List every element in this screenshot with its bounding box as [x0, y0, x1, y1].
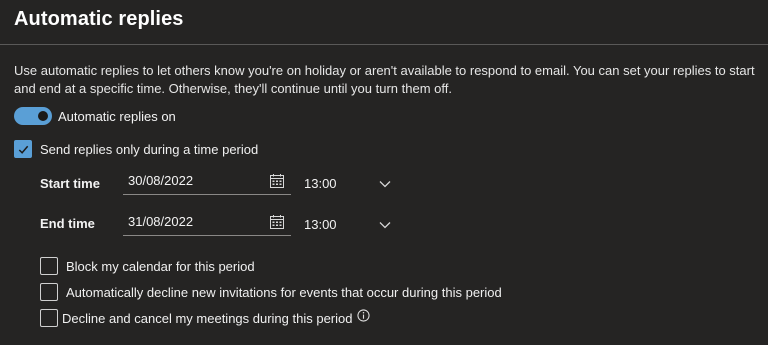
- decline-invitations-label: Automatically decline new invitations fo…: [66, 284, 502, 300]
- chevron-down-icon[interactable]: [378, 177, 392, 191]
- description: Use automatic replies to let others know…: [14, 62, 766, 98]
- start-time-value: 13:00: [304, 176, 337, 191]
- end-time-label: End time: [40, 216, 95, 231]
- automatic-replies-panel: Automatic replies Use automatic replies …: [0, 0, 768, 345]
- start-time-label: Start time: [40, 176, 100, 191]
- end-date-field[interactable]: 31/08/2022: [123, 210, 291, 236]
- end-time-value: 13:00: [304, 217, 337, 232]
- start-time-dropdown[interactable]: 13:00: [304, 172, 392, 198]
- toggle-label: Automatic replies on: [58, 108, 176, 124]
- page-title: Automatic replies: [14, 8, 184, 30]
- cancel-meetings-row[interactable]: Decline and cancel my meetings during th…: [40, 308, 370, 327]
- automatic-replies-toggle-row[interactable]: Automatic replies on: [14, 107, 176, 125]
- block-calendar-label: Block my calendar for this period: [66, 258, 255, 274]
- description-line-2: and end at a specific time. Otherwise, t…: [14, 81, 452, 96]
- block-calendar-row[interactable]: Block my calendar for this period: [40, 257, 255, 275]
- chevron-down-icon[interactable]: [378, 218, 392, 232]
- end-date-value: 31/08/2022: [128, 214, 194, 229]
- time-period-label: Send replies only during a time period: [40, 141, 259, 157]
- calendar-icon[interactable]: [269, 173, 285, 189]
- header-divider: [0, 44, 768, 45]
- start-date-field[interactable]: 30/08/2022: [123, 169, 291, 195]
- time-period-checkbox[interactable]: [14, 140, 32, 158]
- cancel-meetings-checkbox[interactable]: [40, 309, 58, 327]
- decline-invitations-row[interactable]: Automatically decline new invitations fo…: [40, 283, 502, 301]
- end-time-dropdown[interactable]: 13:00: [304, 213, 392, 239]
- automatic-replies-toggle[interactable]: [14, 107, 52, 125]
- info-icon[interactable]: [356, 308, 370, 322]
- checkmark-icon: [18, 145, 28, 154]
- cancel-meetings-label: Decline and cancel my meetings during th…: [62, 310, 353, 326]
- start-date-value: 30/08/2022: [128, 173, 194, 188]
- block-calendar-checkbox[interactable]: [40, 257, 58, 275]
- description-line-1: Use automatic replies to let others know…: [14, 63, 755, 78]
- decline-invitations-checkbox[interactable]: [40, 283, 58, 301]
- time-period-row[interactable]: Send replies only during a time period: [14, 140, 258, 158]
- toggle-knob: [38, 111, 48, 121]
- calendar-icon[interactable]: [269, 214, 285, 230]
